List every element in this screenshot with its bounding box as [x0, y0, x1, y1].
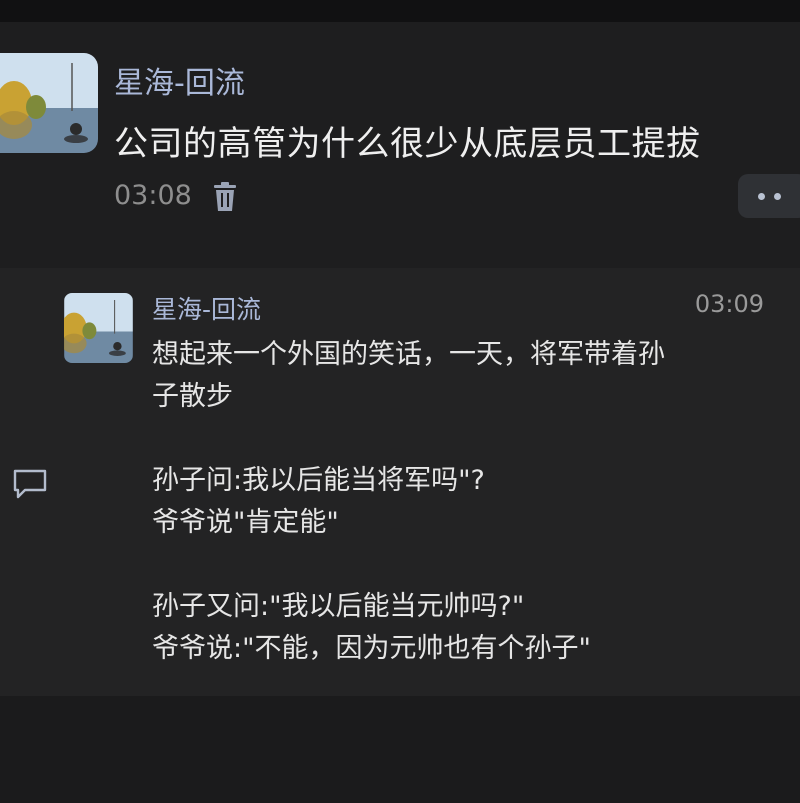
comment-avatar[interactable] — [64, 293, 133, 363]
thread-page: 星海-回流 公司的高管为什么很少从底层员工提拔 03:08 星海-回流 03:0… — [0, 0, 800, 803]
bottom-area — [0, 696, 800, 803]
post-avatar[interactable] — [0, 53, 98, 153]
post-title: 公司的高管为什么很少从底层员工提拔 — [114, 124, 701, 164]
comment-line: 子散步 — [152, 381, 233, 412]
comment-line: 爷爷说"肯定能" — [152, 507, 339, 538]
comment-line: 孙子问:我以后能当将军吗"? — [152, 465, 485, 496]
trash-icon[interactable] — [212, 182, 238, 212]
comment-time: 03:09 — [694, 290, 764, 318]
top-bar — [0, 0, 800, 22]
comment-bubble-icon[interactable] — [12, 468, 48, 500]
comment-blank-line — [152, 418, 782, 460]
lake-landscape-avatar — [0, 53, 98, 153]
more-dots-icon — [758, 193, 765, 200]
comment-body: 想起来一个外国的笑话，一天，将军带着孙 子散步 孙子问:我以后能当将军吗"? 爷… — [152, 334, 782, 670]
lake-landscape-avatar — [64, 293, 133, 363]
more-options-button[interactable] — [738, 174, 800, 218]
comment-line: 想起来一个外国的笑话，一天，将军带着孙 — [152, 339, 665, 370]
post-author[interactable]: 星海-回流 — [114, 58, 245, 102]
comment-author[interactable]: 星海-回流 — [152, 290, 261, 326]
post-card: 星海-回流 公司的高管为什么很少从底层员工提拔 03:08 — [0, 22, 800, 268]
post-time: 03:08 — [114, 180, 192, 211]
comment-blank-line — [152, 544, 782, 586]
comment-card: 星海-回流 03:09 想起来一个外国的笑话，一天，将军带着孙 子散步 孙子问:… — [0, 268, 800, 696]
comment-line: 孙子又问:"我以后能当元帅吗?" — [152, 591, 525, 622]
comment-line: 爷爷说:"不能，因为元帅也有个孙子" — [152, 633, 591, 664]
more-dots-icon — [774, 193, 781, 200]
